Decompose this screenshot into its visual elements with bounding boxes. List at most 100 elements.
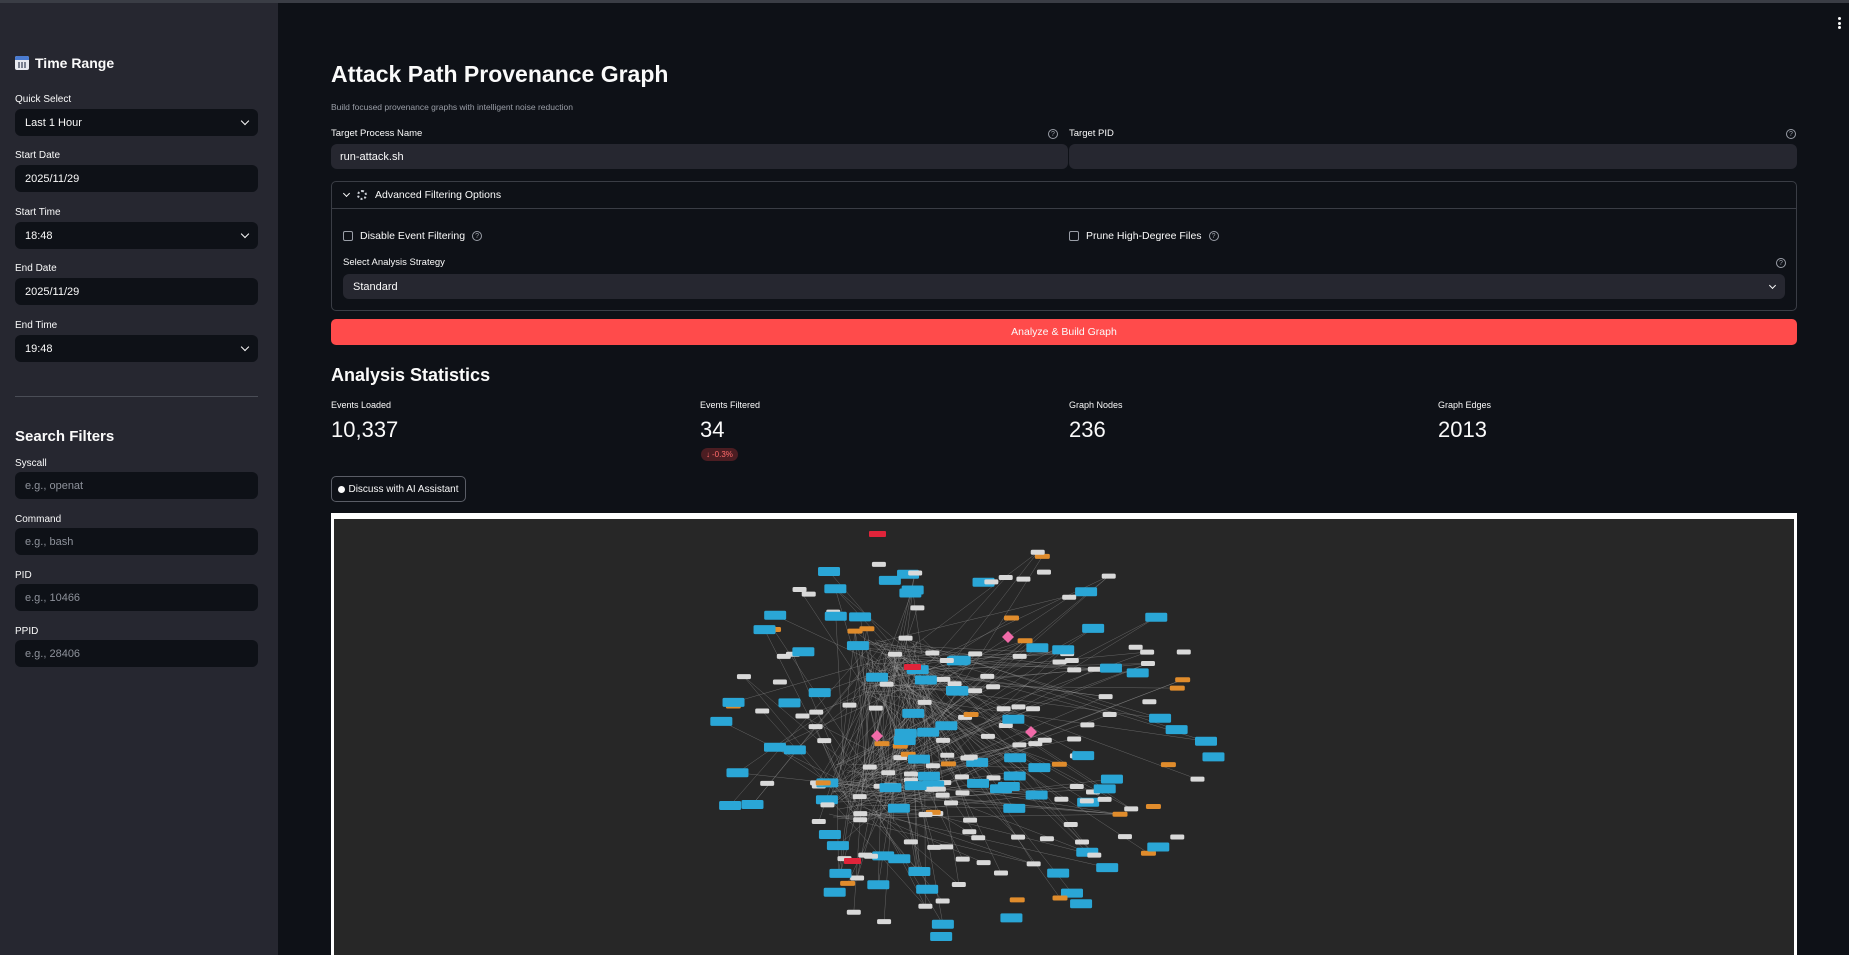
graph-node <box>1160 762 1176 768</box>
graph-node <box>722 697 745 707</box>
graph-node <box>795 713 810 719</box>
graph-node <box>1062 594 1077 600</box>
disable-event-filtering-checkbox[interactable]: Disable Event Filtering ? <box>343 230 483 242</box>
pid-input[interactable] <box>25 591 248 604</box>
graph-node <box>815 780 831 786</box>
graph-node <box>808 724 823 730</box>
graph-node <box>940 752 955 758</box>
graph-node <box>1112 811 1128 817</box>
graph-node <box>955 790 970 796</box>
graph-edge <box>775 615 882 666</box>
target-process-input[interactable] <box>340 150 1059 163</box>
graph-node <box>1169 685 1185 691</box>
help-icon[interactable]: ? <box>1776 258 1786 268</box>
graph-node <box>778 698 801 708</box>
graph-node <box>852 794 867 800</box>
graph-edge <box>878 654 886 885</box>
graph-node <box>1064 657 1079 663</box>
end-time-dropdown[interactable]: 19:48 <box>15 335 258 362</box>
graph-edge <box>792 654 860 811</box>
graph-nodes-value: 236 <box>1069 417 1106 442</box>
graph-node <box>842 702 857 708</box>
graph-node <box>925 763 940 769</box>
graph-node <box>980 733 995 739</box>
graph-node <box>963 712 979 718</box>
graph-node <box>888 651 903 657</box>
graph-node <box>874 741 890 747</box>
ppid-field[interactable] <box>15 640 258 667</box>
graph-node <box>908 866 931 876</box>
provenance-graph-svg[interactable] <box>334 519 1794 955</box>
start-time-label: Start Time <box>15 207 61 218</box>
analysis-statistics-heading: Analysis Statistics <box>331 365 491 385</box>
events-loaded-label: Events Loaded <box>331 400 392 410</box>
graph-node <box>853 811 868 817</box>
search-filters-heading: Search Filters <box>15 428 115 445</box>
checkbox-box[interactable] <box>1069 231 1079 241</box>
disable-event-filtering-label: Disable Event Filtering <box>360 230 466 242</box>
start-date-input[interactable]: 2025/11/29 <box>15 165 258 192</box>
alert-node <box>869 531 886 537</box>
start-time-dropdown[interactable]: 18:48 <box>15 222 258 249</box>
expander-divider <box>332 208 1796 209</box>
help-icon[interactable]: ? <box>1786 129 1796 139</box>
ppid-label: PPID <box>15 626 39 637</box>
help-icon[interactable]: ? <box>1048 129 1058 139</box>
help-icon[interactable]: ? <box>472 231 483 241</box>
graph-node <box>824 611 847 621</box>
graph-node <box>1149 713 1172 723</box>
graph-node <box>847 628 863 634</box>
graph-node <box>792 586 807 592</box>
graph-node <box>1170 834 1185 840</box>
graph-node <box>1002 714 1025 724</box>
graph-node <box>908 570 923 576</box>
advanced-filtering-header[interactable]: Advanced Filtering Options <box>332 182 1796 208</box>
analysis-strategy-dropdown[interactable]: Standard <box>343 274 1785 299</box>
pid-field[interactable] <box>15 584 258 611</box>
quick-select-label: Quick Select <box>15 94 72 105</box>
graph-node <box>998 574 1013 580</box>
target-pid-input[interactable] <box>1078 150 1788 163</box>
end-date-input[interactable]: 2025/11/29 <box>15 278 258 305</box>
target-process-field[interactable] <box>331 144 1068 169</box>
graph-node <box>980 673 995 679</box>
graph-node <box>939 658 954 664</box>
command-input[interactable] <box>25 535 248 548</box>
help-icon[interactable]: ? <box>1208 231 1219 241</box>
analyze-build-graph-button[interactable]: Analyze & Build Graph <box>331 319 1797 345</box>
target-pid-field[interactable] <box>1069 144 1797 169</box>
provenance-graph-frame <box>331 513 1797 955</box>
ppid-input[interactable] <box>25 647 248 660</box>
graph-node <box>850 875 865 881</box>
syscall-input[interactable] <box>25 479 248 492</box>
kebab-menu-icon[interactable] <box>1838 17 1841 29</box>
graph-node <box>1003 615 1019 621</box>
graph-node <box>1011 704 1026 710</box>
graph-node <box>936 737 951 743</box>
graph-node <box>824 584 847 594</box>
graph-node <box>931 919 954 929</box>
checkbox-box[interactable] <box>343 231 353 241</box>
syscall-label: Syscall <box>15 458 47 469</box>
chevron-down-icon <box>1768 281 1777 289</box>
prune-high-degree-checkbox[interactable]: Prune High-Degree Files ? <box>1069 230 1219 242</box>
graph-node <box>1039 836 1054 842</box>
graph-node <box>951 881 966 887</box>
provenance-graph-canvas[interactable] <box>334 519 1794 955</box>
graph-node <box>993 870 1008 876</box>
arrow-down-icon: ↓ <box>706 450 710 459</box>
syscall-field[interactable] <box>15 472 258 499</box>
main-content: Attack Path Provenance Graph Build focus… <box>278 3 1849 955</box>
command-field[interactable] <box>15 528 258 555</box>
graph-node <box>1012 742 1027 748</box>
page-subtitle: Build focused provenance graphs with int… <box>331 102 573 112</box>
graph-node <box>903 771 918 777</box>
graph-node <box>811 818 826 824</box>
graph-node <box>823 887 846 897</box>
graph-node <box>936 676 951 682</box>
graph-node <box>760 780 775 786</box>
quick-select-dropdown[interactable]: Last 1 Hour <box>15 109 258 136</box>
graph-edge <box>835 616 845 767</box>
discuss-ai-assistant-button[interactable]: Discuss with AI Assistant <box>331 476 466 502</box>
graph-node <box>971 835 986 841</box>
